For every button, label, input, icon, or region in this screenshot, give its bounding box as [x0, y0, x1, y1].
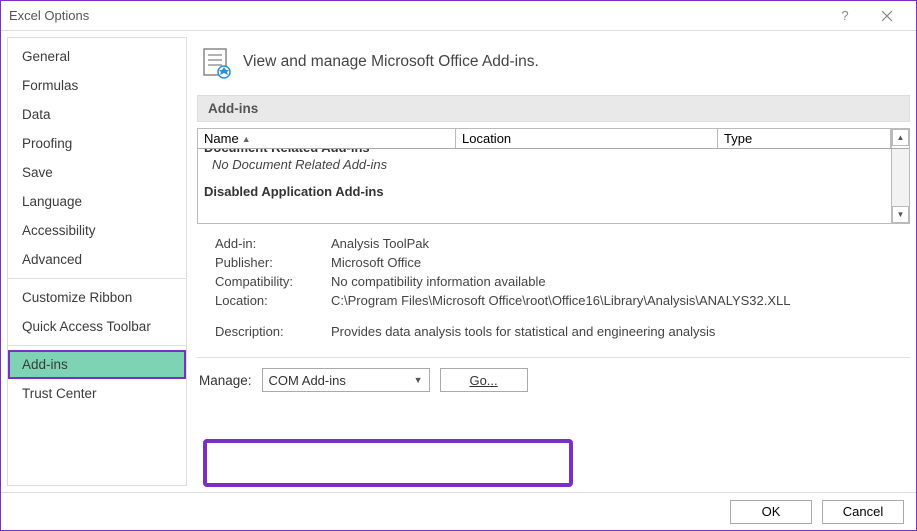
column-header-type[interactable]: Type: [718, 129, 891, 148]
detail-label-location: Location:: [215, 293, 331, 308]
detail-label-addin: Add-in:: [215, 236, 331, 251]
table-header: Name ▲ Location Type ▲: [198, 129, 909, 149]
sidebar-item-data[interactable]: Data: [8, 100, 186, 129]
window-title: Excel Options: [9, 8, 824, 23]
column-label: Location: [462, 131, 511, 146]
scrollbar-track[interactable]: [892, 149, 909, 206]
manage-select[interactable]: COM Add-ins ▼: [262, 368, 430, 392]
chevron-down-icon: ▼: [414, 375, 423, 385]
title-bar: Excel Options ?: [1, 1, 916, 31]
detail-label-description: Description:: [215, 324, 331, 339]
sidebar-item-addins[interactable]: Add-ins: [8, 350, 186, 379]
sidebar-item-quick-access[interactable]: Quick Access Toolbar: [8, 312, 186, 341]
sidebar-item-language[interactable]: Language: [8, 187, 186, 216]
help-button[interactable]: ?: [824, 1, 866, 31]
manage-selected-value: COM Add-ins: [269, 373, 346, 388]
empty-group-text: No Document Related Add-ins: [204, 155, 885, 182]
sidebar-item-general[interactable]: General: [8, 42, 186, 71]
addins-table: Name ▲ Location Type ▲ Document Related …: [197, 128, 910, 224]
ok-button[interactable]: OK: [730, 500, 812, 524]
page-header: View and manage Microsoft Office Add-ins…: [197, 39, 910, 95]
dialog-footer: OK Cancel: [1, 492, 916, 530]
manage-row: Manage: COM Add-ins ▼ Go...: [197, 366, 910, 392]
scroll-up-button[interactable]: ▲: [892, 129, 909, 146]
go-button-label: Go...: [469, 373, 497, 388]
sidebar-item-proofing[interactable]: Proofing: [8, 129, 186, 158]
manage-label: Manage:: [199, 373, 252, 388]
divider: [197, 357, 910, 358]
detail-label-publisher: Publisher:: [215, 255, 331, 270]
detail-value-location: C:\Program Files\Microsoft Office\root\O…: [331, 293, 791, 308]
detail-value-publisher: Microsoft Office: [331, 255, 421, 270]
close-button[interactable]: [866, 1, 908, 31]
detail-value-description: Provides data analysis tools for statist…: [331, 324, 715, 339]
section-header-addins: Add-ins: [197, 95, 910, 122]
column-header-location[interactable]: Location: [456, 129, 718, 148]
addin-details: Add-in:Analysis ToolPak Publisher:Micros…: [197, 224, 910, 347]
addins-icon: [201, 47, 231, 77]
group-header-disabled: Disabled Application Add-ins: [204, 182, 885, 199]
sort-asc-icon: ▲: [242, 134, 251, 144]
detail-value-compat: No compatibility information available: [331, 274, 546, 289]
content-pane: View and manage Microsoft Office Add-ins…: [187, 31, 916, 492]
sidebar-item-trust-center[interactable]: Trust Center: [8, 379, 186, 408]
column-label: Type: [724, 131, 752, 146]
sidebar-separator: [8, 278, 186, 279]
sidebar-item-save[interactable]: Save: [8, 158, 186, 187]
sidebar-item-accessibility[interactable]: Accessibility: [8, 216, 186, 245]
page-title: View and manage Microsoft Office Add-ins…: [243, 53, 539, 71]
sidebar-item-formulas[interactable]: Formulas: [8, 71, 186, 100]
column-label: Name: [204, 131, 239, 146]
cancel-button[interactable]: Cancel: [822, 500, 904, 524]
detail-label-compat: Compatibility:: [215, 274, 331, 289]
scroll-down-button[interactable]: ▼: [892, 206, 909, 223]
sidebar-item-customize-ribbon[interactable]: Customize Ribbon: [8, 283, 186, 312]
go-button[interactable]: Go...: [440, 368, 528, 392]
sidebar-separator: [8, 345, 186, 346]
sidebar: General Formulas Data Proofing Save Lang…: [7, 37, 187, 486]
sidebar-item-advanced[interactable]: Advanced: [8, 245, 186, 274]
detail-value-addin: Analysis ToolPak: [331, 236, 429, 251]
column-header-name[interactable]: Name ▲: [198, 129, 456, 148]
